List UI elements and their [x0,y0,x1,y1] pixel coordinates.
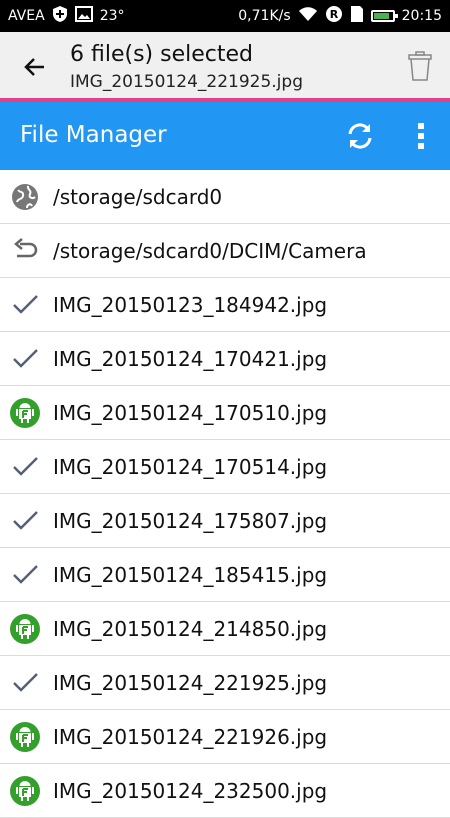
svg-text:R: R [329,8,338,21]
android-file-icon [9,775,41,807]
wifi-icon [298,6,318,26]
list-item[interactable]: /storage/sdcard0 [0,170,450,224]
list-item[interactable]: IMG_20150124_175807.jpg [0,494,450,548]
check-icon [9,505,41,537]
list-item[interactable]: IMG_20150124_232500.jpg [0,764,450,818]
back-arrow-icon [9,235,41,267]
list-item-label: /storage/sdcard0/DCIM/Camera [53,238,367,263]
list-item-label: IMG_20150124_170514.jpg [53,454,328,479]
selection-filename: IMG_20150124_221925.jpg [70,72,303,92]
back-arrow-icon [24,58,44,76]
check-icon [9,289,41,321]
list-item-label: IMG_20150124_214850.jpg [53,616,328,641]
list-item[interactable]: /storage/sdcard0/DCIM/Camera [0,224,450,278]
list-item-label: IMG_20150124_221925.jpg [53,670,328,695]
check-icon [9,559,41,591]
carrier-name: AVEA [8,8,45,24]
list-item[interactable]: IMG_20150124_185415.jpg [0,548,450,602]
list-item-label: IMG_20150124_221926.jpg [53,724,328,749]
shield-icon [52,5,68,27]
list-item-label: IMG_20150124_175807.jpg [53,508,328,533]
back-button[interactable] [18,50,52,84]
list-item-label: IMG_20150124_170510.jpg [53,400,328,425]
battery-icon [370,10,398,22]
r-icon: R [325,5,343,27]
selection-count: 6 file(s) selected [70,42,253,67]
list-item-label: /storage/sdcard0 [53,184,223,209]
image-icon [74,6,93,26]
list-item[interactable]: IMG_20150124_221925.jpg [0,656,450,710]
android-file-icon [9,397,41,429]
clock: 20:15 [401,8,442,24]
list-item[interactable]: IMG_20150123_184942.jpg [0,278,450,332]
more-vert-icon [418,123,424,149]
sim-icon [350,5,364,27]
list-item[interactable]: IMG_20150124_214850.jpg [0,602,450,656]
temperature: 23° [99,8,125,24]
list-item-label: IMG_20150124_170421.jpg [53,346,328,371]
check-icon [9,343,41,375]
overflow-menu-button[interactable] [406,116,436,156]
file-list: /storage/sdcard0/storage/sdcard0/DCIM/Ca… [0,170,450,818]
android-file-icon [9,613,41,645]
app-title: File Manager [20,122,167,148]
status-bar: AVEA 23° 0,71K/s R 20:15 [0,0,450,32]
network-speed: 0,71K/s [238,8,291,24]
list-item-label: IMG_20150123_184942.jpg [53,292,328,317]
android-file-icon [9,721,41,753]
list-item[interactable]: IMG_20150124_221926.jpg [0,710,450,764]
list-item-label: IMG_20150124_185415.jpg [53,562,328,587]
delete-button[interactable] [400,46,440,86]
check-icon [9,451,41,483]
list-item[interactable]: IMG_20150124_170421.jpg [0,332,450,386]
list-item[interactable]: IMG_20150124_170510.jpg [0,386,450,440]
check-icon [9,667,41,699]
trash-icon [408,51,432,81]
list-item-label: IMG_20150124_232500.jpg [53,778,328,803]
refresh-icon [348,123,372,149]
refresh-button[interactable] [340,116,380,156]
list-item[interactable]: IMG_20150124_170514.jpg [0,440,450,494]
globe-icon [9,181,41,213]
